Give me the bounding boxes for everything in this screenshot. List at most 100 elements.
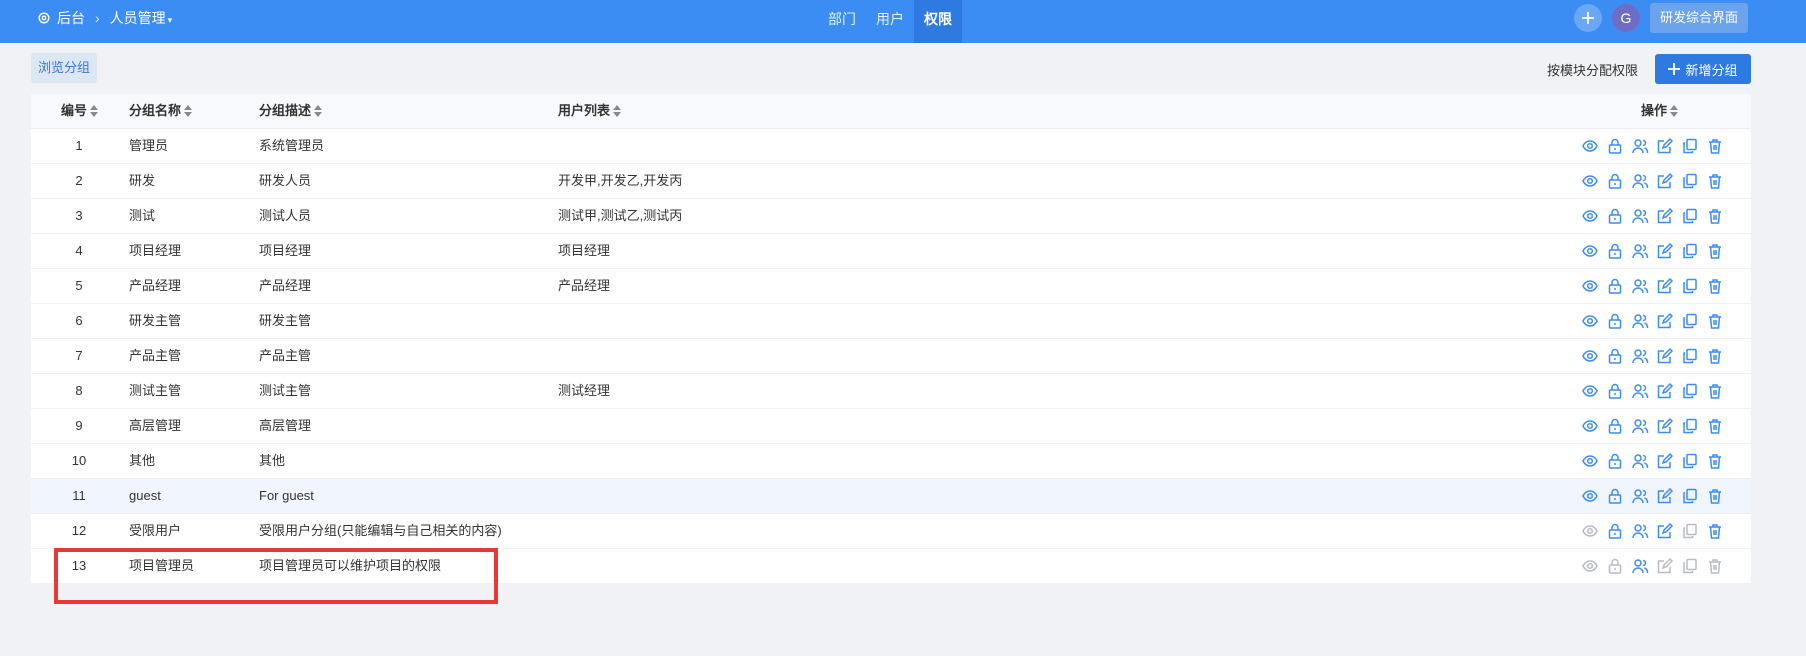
gear-icon[interactable] [37, 11, 51, 25]
edit-icon[interactable] [1656, 277, 1674, 295]
sort-icon[interactable] [314, 104, 323, 117]
users-icon[interactable] [1631, 452, 1649, 470]
users-icon[interactable] [1631, 137, 1649, 155]
copy-icon[interactable] [1681, 417, 1699, 435]
assign-by-module-link[interactable]: 按模块分配权限 [1547, 60, 1638, 79]
lock-icon[interactable] [1606, 207, 1624, 225]
users-icon[interactable] [1631, 347, 1649, 365]
view-icon[interactable] [1581, 172, 1599, 190]
copy-icon[interactable] [1681, 277, 1699, 295]
edit-icon[interactable] [1656, 242, 1674, 260]
edit-icon[interactable] [1656, 172, 1674, 190]
lock-icon[interactable] [1606, 277, 1624, 295]
copy-icon[interactable] [1681, 557, 1699, 575]
delete-icon[interactable] [1706, 312, 1724, 330]
dev-dashboard-button[interactable]: 研发综合界面 [1649, 3, 1748, 33]
copy-icon[interactable] [1681, 312, 1699, 330]
lock-icon[interactable] [1606, 382, 1624, 400]
view-icon[interactable] [1581, 312, 1599, 330]
users-icon[interactable] [1631, 487, 1649, 505]
edit-icon[interactable] [1656, 347, 1674, 365]
lock-icon[interactable] [1606, 417, 1624, 435]
users-icon[interactable] [1631, 557, 1649, 575]
delete-icon[interactable] [1706, 557, 1724, 575]
delete-icon[interactable] [1706, 137, 1724, 155]
edit-icon[interactable] [1656, 417, 1674, 435]
view-icon[interactable] [1581, 487, 1599, 505]
lock-icon[interactable] [1606, 242, 1624, 260]
view-icon[interactable] [1581, 417, 1599, 435]
copy-icon[interactable] [1681, 172, 1699, 190]
view-icon[interactable] [1581, 382, 1599, 400]
copy-icon[interactable] [1681, 137, 1699, 155]
users-icon[interactable] [1631, 277, 1649, 295]
users-icon[interactable] [1631, 172, 1649, 190]
col-header-name[interactable]: 分组名称 [129, 94, 193, 128]
lock-icon[interactable] [1606, 137, 1624, 155]
users-icon[interactable] [1631, 522, 1649, 540]
edit-icon[interactable] [1656, 487, 1674, 505]
lock-icon[interactable] [1606, 487, 1624, 505]
lock-icon[interactable] [1606, 172, 1624, 190]
sort-icon[interactable] [613, 104, 622, 117]
view-icon[interactable] [1581, 277, 1599, 295]
copy-icon[interactable] [1681, 487, 1699, 505]
table-row[interactable]: 6 研发主管 研发主管 [31, 304, 1751, 339]
delete-icon[interactable] [1706, 522, 1724, 540]
delete-icon[interactable] [1706, 452, 1724, 470]
delete-icon[interactable] [1706, 487, 1724, 505]
tab-permissions[interactable]: 权限 [914, 0, 962, 43]
edit-icon[interactable] [1656, 207, 1674, 225]
lock-icon[interactable] [1606, 312, 1624, 330]
col-header-id[interactable]: 编号 [61, 94, 99, 128]
col-header-ops[interactable]: 操作 [1641, 94, 1679, 128]
copy-icon[interactable] [1681, 242, 1699, 260]
sort-icon[interactable] [184, 104, 193, 117]
copy-icon[interactable] [1681, 347, 1699, 365]
delete-icon[interactable] [1706, 417, 1724, 435]
table-row[interactable]: 11 guest For guest [31, 479, 1751, 514]
delete-icon[interactable] [1706, 207, 1724, 225]
view-icon[interactable] [1581, 452, 1599, 470]
col-header-desc[interactable]: 分组描述 [259, 94, 323, 128]
table-row[interactable]: 3 测试 测试人员 测试甲,测试乙,测试丙 [31, 199, 1751, 234]
edit-icon[interactable] [1656, 557, 1674, 575]
avatar[interactable]: G [1611, 4, 1640, 32]
copy-icon[interactable] [1681, 452, 1699, 470]
view-icon[interactable] [1581, 557, 1599, 575]
sort-icon[interactable] [90, 104, 99, 117]
browse-groups-tab[interactable]: 浏览分组 [31, 53, 98, 83]
quick-add-button[interactable] [1573, 4, 1602, 32]
lock-icon[interactable] [1606, 522, 1624, 540]
table-row[interactable]: 1 管理员 系统管理员 [31, 129, 1751, 164]
view-icon[interactable] [1581, 242, 1599, 260]
edit-icon[interactable] [1656, 137, 1674, 155]
col-header-users[interactable]: 用户列表 [558, 94, 622, 128]
view-icon[interactable] [1581, 347, 1599, 365]
table-row[interactable]: 2 研发 研发人员 开发甲,开发乙,开发丙 [31, 164, 1751, 199]
table-row[interactable]: 5 产品经理 产品经理 产品经理 [31, 269, 1751, 304]
delete-icon[interactable] [1706, 382, 1724, 400]
lock-icon[interactable] [1606, 557, 1624, 575]
tab-department[interactable]: 部门 [818, 0, 866, 43]
edit-icon[interactable] [1656, 522, 1674, 540]
copy-icon[interactable] [1681, 207, 1699, 225]
delete-icon[interactable] [1706, 172, 1724, 190]
table-row[interactable]: 10 其他 其他 [31, 444, 1751, 479]
users-icon[interactable] [1631, 242, 1649, 260]
users-icon[interactable] [1631, 382, 1649, 400]
lock-icon[interactable] [1606, 347, 1624, 365]
copy-icon[interactable] [1681, 382, 1699, 400]
users-icon[interactable] [1631, 207, 1649, 225]
table-row[interactable]: 12 受限用户 受限用户分组(只能编辑与自己相关的内容) [31, 514, 1751, 549]
lock-icon[interactable] [1606, 452, 1624, 470]
view-icon[interactable] [1581, 207, 1599, 225]
copy-icon[interactable] [1681, 522, 1699, 540]
section-dropdown[interactable]: 人员管理 ▾ [110, 8, 173, 28]
tab-users[interactable]: 用户 [866, 0, 914, 43]
table-row[interactable]: 7 产品主管 产品主管 [31, 339, 1751, 374]
delete-icon[interactable] [1706, 347, 1724, 365]
view-icon[interactable] [1581, 522, 1599, 540]
edit-icon[interactable] [1656, 452, 1674, 470]
edit-icon[interactable] [1656, 382, 1674, 400]
